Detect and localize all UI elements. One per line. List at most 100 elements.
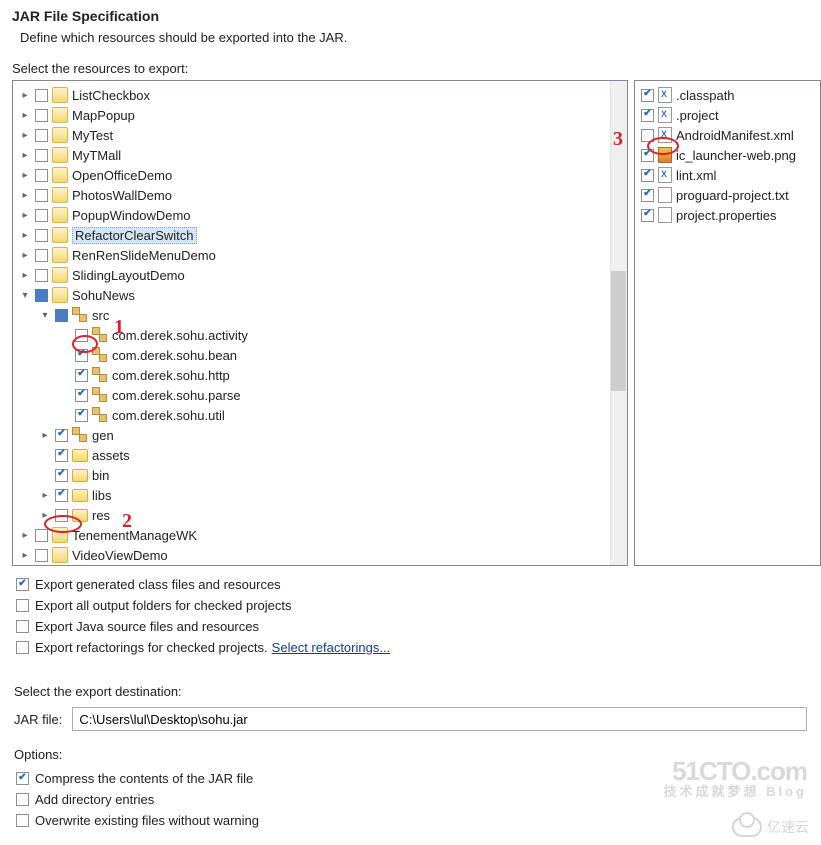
checkbox[interactable]	[35, 529, 48, 542]
expand-icon[interactable]: ▸	[39, 429, 51, 441]
file-row[interactable]: lint.xml	[639, 165, 816, 185]
tree-row[interactable]: ▸ VideoViewDemo	[19, 545, 627, 565]
tree-item-label[interactable]: libs	[92, 488, 112, 503]
tree-item-label[interactable]: MyTMall	[72, 148, 121, 163]
file-label[interactable]: proguard-project.txt	[676, 188, 789, 203]
tree-item-label[interactable]: PhotosWallDemo	[72, 188, 172, 203]
checkbox[interactable]	[55, 309, 68, 322]
expand-icon[interactable]: ▸	[19, 549, 31, 561]
checkbox[interactable]	[16, 599, 29, 612]
expand-icon[interactable]: ▸	[19, 229, 31, 241]
tree-row[interactable]: com.derek.sohu.activity	[19, 325, 627, 345]
scrollbar-track[interactable]	[610, 81, 627, 565]
checkbox[interactable]	[16, 772, 29, 785]
tree-row[interactable]: bin	[19, 465, 627, 485]
checkbox[interactable]	[35, 249, 48, 262]
checkbox[interactable]	[35, 109, 48, 122]
checkbox[interactable]	[55, 469, 68, 482]
checkbox[interactable]	[55, 429, 68, 442]
tree-row[interactable]: ▸ PhotosWallDemo	[19, 185, 627, 205]
expand-icon[interactable]: ▸	[39, 509, 51, 521]
tree-item-label[interactable]: src	[92, 308, 109, 323]
collapse-icon[interactable]: ▾	[19, 289, 31, 301]
tree-row[interactable]: ▾ src	[19, 305, 627, 325]
tree-item-label[interactable]: OpenOfficeDemo	[72, 168, 172, 183]
select-refactorings-link[interactable]: Select refactorings...	[272, 640, 391, 655]
file-row[interactable]: project.properties	[639, 205, 816, 225]
checkbox[interactable]	[55, 509, 68, 522]
tree-row[interactable]: com.derek.sohu.parse	[19, 385, 627, 405]
checkbox[interactable]	[35, 269, 48, 282]
checkbox[interactable]	[35, 149, 48, 162]
checkbox[interactable]	[641, 189, 654, 202]
file-row[interactable]: AndroidManifest.xml	[639, 125, 816, 145]
tree-item-label[interactable]: com.derek.sohu.parse	[112, 388, 241, 403]
file-row[interactable]: .classpath	[639, 85, 816, 105]
checkbox[interactable]	[641, 109, 654, 122]
tree-row[interactable]: com.derek.sohu.bean	[19, 345, 627, 365]
tree-row[interactable]: ▸MyTMall	[19, 145, 627, 165]
tree-item-label[interactable]: assets	[92, 448, 130, 463]
checkbox[interactable]	[35, 549, 48, 562]
file-row[interactable]: proguard-project.txt	[639, 185, 816, 205]
tree-row[interactable]: ▸RenRenSlideMenuDemo	[19, 245, 627, 265]
checkbox[interactable]	[16, 814, 29, 827]
tree-row[interactable]: ▸ ListCheckbox	[19, 85, 627, 105]
expand-icon[interactable]: ▸	[19, 89, 31, 101]
checkbox[interactable]	[641, 169, 654, 182]
tree-item-label[interactable]: SohuNews	[72, 288, 135, 303]
tree-row[interactable]: ▸SlidingLayoutDemo	[19, 265, 627, 285]
tree-row[interactable]: com.derek.sohu.http	[19, 365, 627, 385]
checkbox[interactable]	[35, 189, 48, 202]
expand-icon[interactable]: ▸	[19, 529, 31, 541]
tree-item-label[interactable]: RefactorClearSwitch	[72, 227, 197, 244]
checkbox[interactable]	[35, 169, 48, 182]
checkbox[interactable]	[641, 149, 654, 162]
checkbox[interactable]	[16, 793, 29, 806]
tree-item-label[interactable]: com.derek.sohu.bean	[112, 348, 237, 363]
checkbox[interactable]	[16, 620, 29, 633]
file-label[interactable]: lint.xml	[676, 168, 716, 183]
checkbox[interactable]	[55, 489, 68, 502]
file-row[interactable]: .project	[639, 105, 816, 125]
expand-icon[interactable]: ▸	[19, 249, 31, 261]
tree-row[interactable]: ▸OpenOfficeDemo	[19, 165, 627, 185]
tree-item-label[interactable]: MyTest	[72, 128, 113, 143]
tree-row[interactable]: ▾ SohuNews	[19, 285, 627, 305]
tree-item-label[interactable]: ListCheckbox	[72, 88, 150, 103]
tree-item-label[interactable]: VideoViewDemo	[72, 548, 168, 563]
file-label[interactable]: ic_launcher-web.png	[676, 148, 796, 163]
tree-row[interactable]: ▸ RefactorClearSwitch	[19, 225, 627, 245]
checkbox[interactable]	[35, 229, 48, 242]
resource-tree-pane[interactable]: ▸ListCheckbox▸MapPopup▸MyTest▸MyTMall▸Op…	[12, 80, 628, 566]
expand-icon[interactable]: ▸	[39, 489, 51, 501]
tree-item-label[interactable]: MapPopup	[72, 108, 135, 123]
file-label[interactable]: AndroidManifest.xml	[676, 128, 794, 143]
checkbox[interactable]	[75, 409, 88, 422]
tree-item-label[interactable]: com.derek.sohu.activity	[112, 328, 248, 343]
tree-row[interactable]: ▸ gen	[19, 425, 627, 445]
checkbox[interactable]	[35, 209, 48, 222]
checkbox[interactable]	[641, 209, 654, 222]
tree-row[interactable]: ▸ libs	[19, 485, 627, 505]
checkbox[interactable]	[75, 349, 88, 362]
tree-item-label[interactable]: com.derek.sohu.util	[112, 408, 225, 423]
expand-icon[interactable]: ▸	[19, 189, 31, 201]
expand-icon[interactable]: ▸	[19, 269, 31, 281]
jar-file-input[interactable]	[72, 707, 807, 731]
tree-row[interactable]: ▸PopupWindowDemo	[19, 205, 627, 225]
checkbox[interactable]	[55, 449, 68, 462]
expand-icon[interactable]: ▸	[19, 109, 31, 121]
tree-item-label[interactable]: com.derek.sohu.http	[112, 368, 230, 383]
tree-item-label[interactable]: PopupWindowDemo	[72, 208, 191, 223]
file-label[interactable]: .classpath	[676, 88, 735, 103]
tree-row[interactable]: ▸ MapPopup	[19, 105, 627, 125]
tree-item-label[interactable]: gen	[92, 428, 114, 443]
checkbox[interactable]	[35, 289, 48, 302]
collapse-icon[interactable]: ▾	[39, 309, 51, 321]
tree-row[interactable]: ▸MyTest	[19, 125, 627, 145]
scrollbar-thumb[interactable]	[611, 271, 626, 391]
checkbox[interactable]	[16, 578, 29, 591]
tree-item-label[interactable]: TenementManageWK	[72, 528, 197, 543]
tree-row[interactable]: assets	[19, 445, 627, 465]
